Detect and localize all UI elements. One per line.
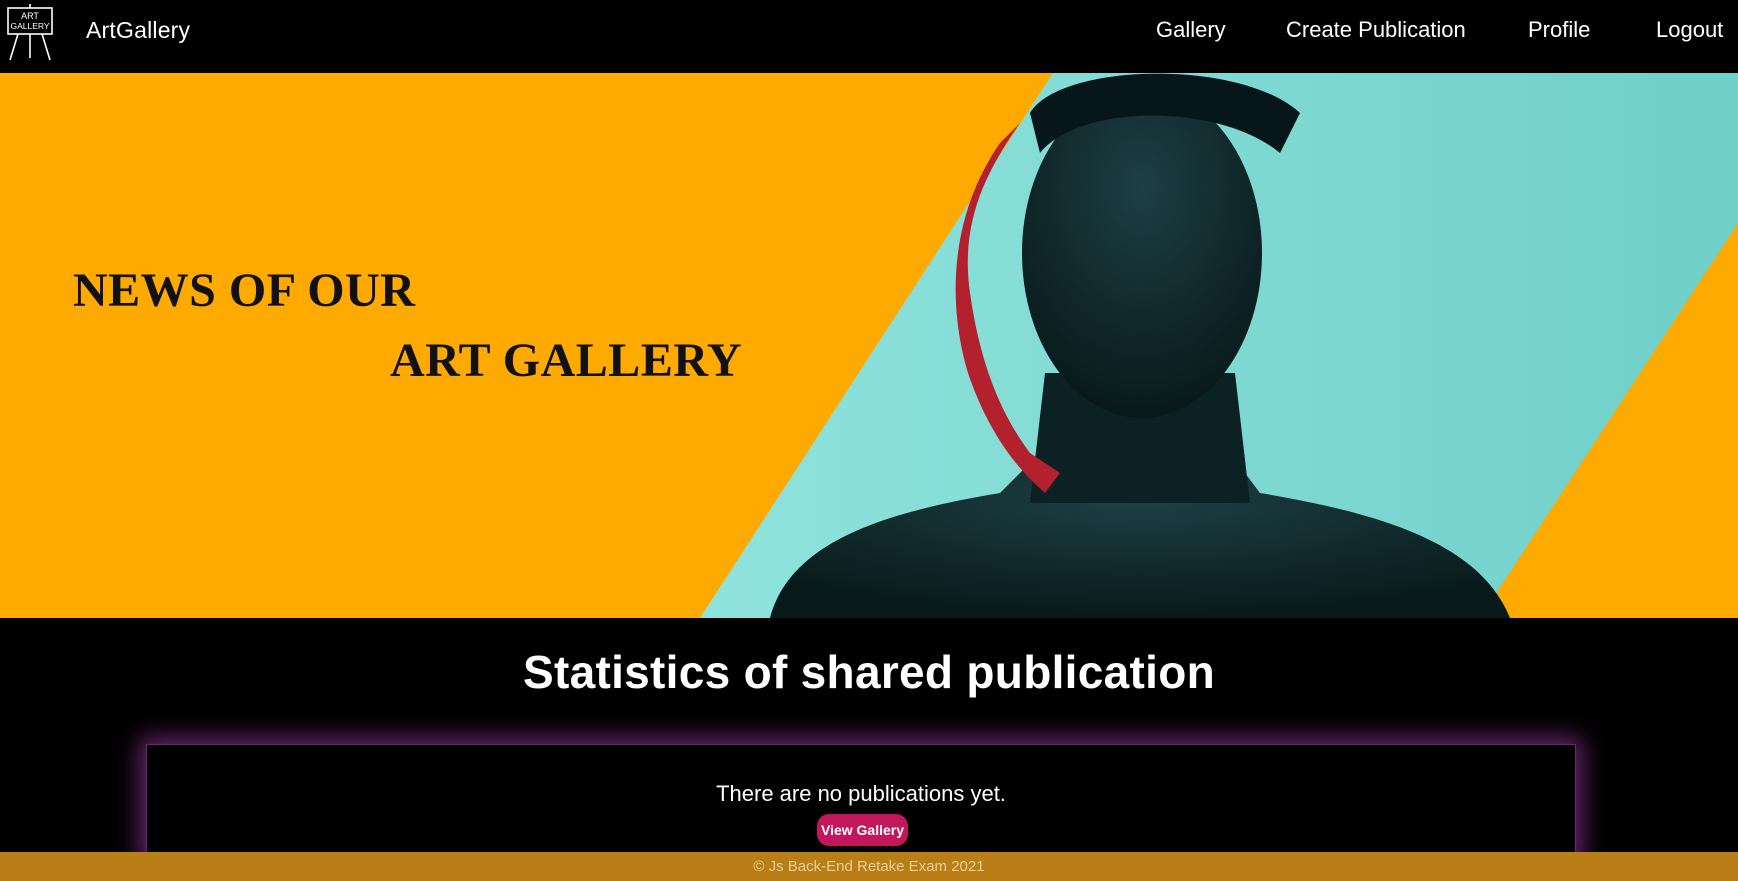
nav-gallery-link[interactable]: Gallery xyxy=(1156,17,1226,45)
top-navbar: ART GALLERY ArtGallery Gallery Create Pu… xyxy=(0,0,1738,73)
nav-create-publication-link[interactable]: Create Publication xyxy=(1286,17,1466,45)
footer-copyright: © Js Back-End Retake Exam 2021 xyxy=(753,858,985,875)
nav-logout-link[interactable]: Logout xyxy=(1656,17,1723,45)
stats-panel: There are no publications yet. View Gall… xyxy=(146,744,1576,862)
hero-banner: NEWS OF OUR ART GALLERY xyxy=(0,73,1738,618)
logo-text-art: ART xyxy=(21,11,39,21)
hero-artwork xyxy=(700,73,1738,618)
view-gallery-button[interactable]: View Gallery xyxy=(817,814,908,846)
nav-profile-link[interactable]: Profile xyxy=(1528,17,1590,45)
stats-title: Statistics of shared publication xyxy=(522,646,1216,698)
brand-name[interactable]: ArtGallery xyxy=(86,17,190,44)
figure-head xyxy=(1022,88,1262,418)
footer: © Js Back-End Retake Exam 2021 xyxy=(0,852,1738,881)
empty-publications-message: There are no publications yet. xyxy=(716,781,1006,806)
easel-logo-icon[interactable]: ART GALLERY xyxy=(2,2,58,62)
logo-text-gallery: GALLERY xyxy=(10,21,49,31)
hero-headline-line2: ART GALLERY xyxy=(390,334,742,387)
hero-headline-line1: NEWS OF OUR xyxy=(73,264,416,317)
